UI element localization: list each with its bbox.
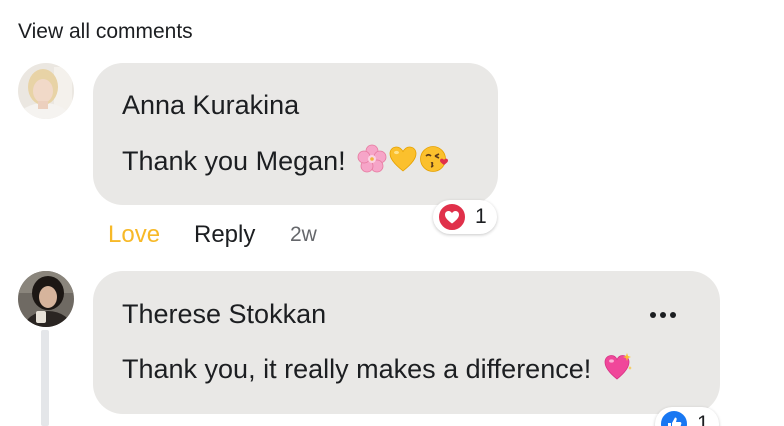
like-reaction-icon xyxy=(659,409,689,426)
yellow-heart-emoji xyxy=(389,146,417,172)
emoji-group xyxy=(603,352,633,382)
comment-text-content: Thank you, it really makes a difference! xyxy=(122,354,592,384)
reaction-summary[interactable]: 1 xyxy=(433,200,497,234)
sparkling-heart-emoji xyxy=(604,353,632,380)
reaction-summary[interactable]: 1 xyxy=(655,407,719,426)
comment-text-content: Thank you Megan! xyxy=(122,146,346,176)
comment-author[interactable]: Anna Kurakina xyxy=(122,90,299,121)
comment-text: Thank you Megan! xyxy=(122,144,449,177)
comment-bubble: Anna Kurakina Thank you Megan! xyxy=(93,63,498,205)
more-options-button[interactable] xyxy=(641,300,685,330)
avatar-therese-stokkan[interactable] xyxy=(18,271,74,327)
reply-button[interactable]: Reply xyxy=(194,221,255,249)
thread-line xyxy=(41,330,49,426)
comment-timestamp[interactable]: 2w xyxy=(290,223,317,247)
reaction-count: 1 xyxy=(697,412,709,426)
comment-text: Thank you, it really makes a difference! xyxy=(122,352,633,385)
cherry-blossom-emoji xyxy=(357,144,387,173)
love-button[interactable]: Love xyxy=(108,221,160,249)
face-blowing-kiss-emoji xyxy=(420,146,449,172)
more-options-icon xyxy=(650,312,656,318)
comment-bubble: Therese Stokkan Thank you, it really mak… xyxy=(93,271,720,414)
emoji-group xyxy=(357,144,449,174)
love-reaction-icon xyxy=(437,202,467,232)
view-all-comments-link[interactable]: View all comments xyxy=(18,20,193,44)
comment-author[interactable]: Therese Stokkan xyxy=(122,299,326,330)
avatar-anna-kurakina[interactable] xyxy=(18,63,74,119)
reaction-count: 1 xyxy=(475,205,487,228)
comments-section: View all comments Anna Kurakina Thank yo… xyxy=(0,0,784,426)
